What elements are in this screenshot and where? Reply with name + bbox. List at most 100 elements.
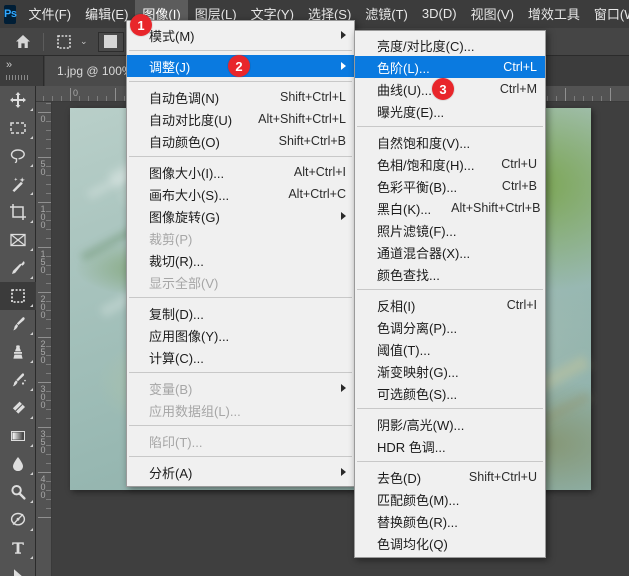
ruler-tick bbox=[38, 112, 51, 113]
menu-item-label: 陷印(T)... bbox=[149, 434, 203, 450]
eyedropper-tool[interactable] bbox=[0, 254, 36, 282]
menu-dropdown-adjustments[interactable]: 亮度/对比度(C)... 色阶(L)... Ctrl+L 曲线(U)... Ctrl+M… bbox=[354, 30, 546, 558]
chevron-down-icon[interactable]: ⌄ bbox=[80, 36, 88, 47]
menubar-item-9[interactable]: 增效工具 bbox=[521, 0, 587, 28]
menu-item-label: 画布大小(S)... bbox=[149, 187, 230, 203]
toolbar-expand-toggle[interactable]: » bbox=[0, 56, 44, 86]
menu-item-adjust-17[interactable]: 可选颜色(S)... bbox=[355, 382, 545, 404]
clone-stamp-tool[interactable] bbox=[0, 338, 36, 366]
menu-item-label: 阴影/高光(W)... bbox=[377, 417, 465, 433]
ruler-tick bbox=[38, 292, 51, 293]
menu-item-label: 分析(A) bbox=[149, 465, 193, 481]
menu-item-label: 复制(D)... bbox=[149, 306, 204, 322]
menu-item-adjust-1[interactable]: 色阶(L)... Ctrl+L bbox=[355, 56, 545, 78]
ruler-label-v: 0 bbox=[40, 114, 46, 124]
menu-item-adjust-20[interactable]: HDR 色调... bbox=[355, 435, 545, 457]
menu-item-adjust-22[interactable]: 去色(D) Shift+Ctrl+U bbox=[355, 466, 545, 488]
ruler-tick bbox=[583, 96, 584, 101]
gradient-tool[interactable] bbox=[0, 422, 36, 450]
menu-item-adjust-24[interactable]: 替换颜色(R)... bbox=[355, 510, 545, 532]
frame-tool[interactable] bbox=[0, 226, 36, 254]
pattern-swatch[interactable] bbox=[97, 31, 124, 52]
blur-tool[interactable] bbox=[0, 450, 36, 478]
menu-item-image-24[interactable]: 分析(A) bbox=[127, 461, 354, 483]
menu-separator bbox=[129, 456, 352, 457]
menu-item-adjust-7[interactable]: 色彩平衡(B)... Ctrl+B bbox=[355, 175, 545, 197]
menu-item-image-16[interactable]: 应用图像(Y)... bbox=[127, 324, 354, 346]
menu-item-adjust-19[interactable]: 阴影/高光(W)... bbox=[355, 413, 545, 435]
pen-tool[interactable] bbox=[0, 506, 36, 534]
menu-item-adjust-6[interactable]: 色相/饱和度(H)... Ctrl+U bbox=[355, 153, 545, 175]
menu-item-adjust-5[interactable]: 自然饱和度(V)... bbox=[355, 131, 545, 153]
menubar-item-8[interactable]: 视图(V) bbox=[464, 0, 521, 28]
menu-item-label: 显示全部(V) bbox=[149, 275, 219, 291]
patch-tool[interactable] bbox=[0, 282, 36, 310]
submenu-arrow-icon bbox=[341, 31, 346, 39]
menu-item-image-5[interactable]: 自动对比度(U) Alt+Shift+Ctrl+L bbox=[127, 108, 354, 130]
menu-item-adjust-16[interactable]: 渐变映射(G)... bbox=[355, 360, 545, 382]
ruler-label-v: 400 bbox=[40, 474, 46, 500]
menubar-item-0[interactable]: 文件(F) bbox=[21, 0, 78, 28]
menu-item-image-4[interactable]: 自动色调(N) Shift+Ctrl+L bbox=[127, 86, 354, 108]
menubar-item-6[interactable]: 滤镜(T) bbox=[358, 0, 415, 28]
menu-item-adjust-15[interactable]: 阈值(T)... bbox=[355, 338, 545, 360]
magic-wand-tool[interactable] bbox=[0, 170, 36, 198]
lasso-tool[interactable] bbox=[0, 142, 36, 170]
toolbar-grip[interactable] bbox=[6, 75, 28, 80]
submenu-arrow-icon bbox=[341, 384, 346, 392]
menu-item-label: 调整(J) bbox=[149, 59, 191, 75]
menu-item-image-6[interactable]: 自动颜色(O) Shift+Ctrl+B bbox=[127, 130, 354, 152]
menu-item-adjust-8[interactable]: 黑白(K)... Alt+Shift+Ctrl+B bbox=[355, 197, 545, 219]
dodge-icon bbox=[11, 485, 26, 500]
menu-item-adjust-3[interactable]: 曝光度(E)... bbox=[355, 100, 545, 122]
menu-item-adjust-25[interactable]: 色调均化(Q) bbox=[355, 532, 545, 554]
move-tool[interactable] bbox=[0, 86, 36, 114]
ruler-tick bbox=[52, 96, 53, 101]
type-tool[interactable] bbox=[0, 534, 36, 562]
menu-item-image-9[interactable]: 画布大小(S)... Alt+Ctrl+C bbox=[127, 183, 354, 205]
menubar-item-7[interactable]: 3D(D) bbox=[415, 2, 464, 26]
menu-item-shortcut: Ctrl+B bbox=[501, 179, 537, 193]
brush-tool[interactable] bbox=[0, 310, 36, 338]
menu-item-shortcut: Alt+Shift+Ctrl+L bbox=[258, 112, 346, 126]
menu-item-image-10[interactable]: 图像旋转(G) bbox=[127, 205, 354, 227]
menu-item-image-15[interactable]: 复制(D)... bbox=[127, 302, 354, 324]
vertical-ruler[interactable]: 0 50 100 150 200 250 300 350 400 bbox=[36, 102, 52, 576]
ruler-tick bbox=[46, 463, 51, 464]
menu-item-image-0[interactable]: 模式(M) bbox=[127, 24, 354, 46]
menu-item-image-8[interactable]: 图像大小(I)... Alt+Ctrl+I bbox=[127, 161, 354, 183]
menu-item-label: 通道混合器(X)... bbox=[377, 245, 471, 261]
menu-item-adjust-23[interactable]: 匹配颜色(M)... bbox=[355, 488, 545, 510]
menu-item-adjust-11[interactable]: 颜色查找... bbox=[355, 263, 545, 285]
menu-dropdown-image[interactable]: 模式(M) 调整(J) 自动色调(N) Shift+Ctrl+L 自动对比度(U) Alt… bbox=[126, 20, 355, 487]
menu-separator bbox=[129, 297, 352, 298]
menu-item-label: 匹配颜色(M)... bbox=[377, 492, 460, 508]
menubar-item-10[interactable]: 窗口(W) bbox=[587, 0, 629, 28]
patch-tool-preset-icon[interactable] bbox=[51, 31, 77, 53]
menu-item-adjust-0[interactable]: 亮度/对比度(C)... bbox=[355, 34, 545, 56]
menu-separator bbox=[129, 372, 352, 373]
ruler-label-v: 50 bbox=[40, 159, 46, 177]
menu-item-image-12[interactable]: 裁切(R)... bbox=[127, 249, 354, 271]
menu-item-image-17[interactable]: 计算(C)... bbox=[127, 346, 354, 368]
ruler-tick bbox=[70, 88, 71, 101]
menu-item-adjust-10[interactable]: 通道混合器(X)... bbox=[355, 241, 545, 263]
crop-tool[interactable] bbox=[0, 198, 36, 226]
eraser-tool[interactable] bbox=[0, 394, 36, 422]
ruler-tick bbox=[46, 409, 51, 410]
history-brush-tool[interactable] bbox=[0, 366, 36, 394]
eyedropper-icon bbox=[12, 261, 25, 274]
photoshop-window: Ps 文件(F) 编辑(E) 图像(I) 图层(L) 文字(Y) 选择(S) 滤镜(T) 3D… bbox=[0, 0, 629, 576]
menu-item-adjust-14[interactable]: 色调分离(P)... bbox=[355, 316, 545, 338]
home-icon[interactable] bbox=[10, 31, 36, 53]
ruler-tick bbox=[565, 88, 566, 101]
dodge-tool[interactable] bbox=[0, 478, 36, 506]
menu-item-shortcut: Shift+Ctrl+U bbox=[468, 470, 537, 484]
double-chevron-icon[interactable]: » bbox=[6, 59, 12, 71]
submenu-arrow-icon bbox=[341, 468, 346, 476]
menu-item-adjust-9[interactable]: 照片滤镜(F)... bbox=[355, 219, 545, 241]
path-selection-tool[interactable] bbox=[0, 562, 36, 576]
ruler-tick bbox=[46, 508, 51, 509]
rectangular-marquee-tool[interactable] bbox=[0, 114, 36, 142]
menu-item-adjust-13[interactable]: 反相(I) Ctrl+I bbox=[355, 294, 545, 316]
